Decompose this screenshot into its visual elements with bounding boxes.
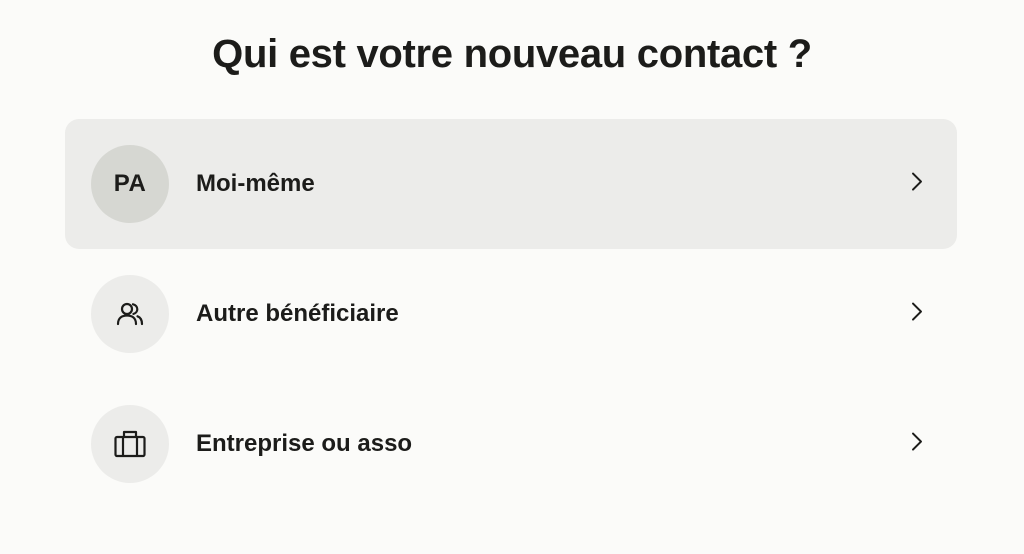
avatar: PA <box>91 145 169 223</box>
option-label: Moi-même <box>196 170 315 197</box>
avatar <box>91 275 169 353</box>
chevron-right-icon <box>912 302 922 321</box>
briefcase-icon <box>114 430 146 458</box>
avatar <box>91 405 169 483</box>
chevron-right-icon <box>912 172 922 191</box>
chevron-right-icon <box>912 432 922 451</box>
option-label: Autre bénéficiaire <box>196 300 399 327</box>
option-other-beneficiary[interactable]: Autre bénéficiaire <box>65 249 957 379</box>
avatar-initials: PA <box>113 170 147 197</box>
page-title: Qui est votre nouveau contact ? <box>212 32 812 76</box>
contact-type-list: PA Moi-même Autre bénéficiaire Entrepris… <box>65 119 957 509</box>
option-myself[interactable]: PA Moi-même <box>65 119 957 249</box>
option-company-or-association[interactable]: Entreprise ou asso <box>65 379 957 509</box>
option-label: Entreprise ou asso <box>196 430 413 457</box>
users-icon <box>116 302 144 326</box>
